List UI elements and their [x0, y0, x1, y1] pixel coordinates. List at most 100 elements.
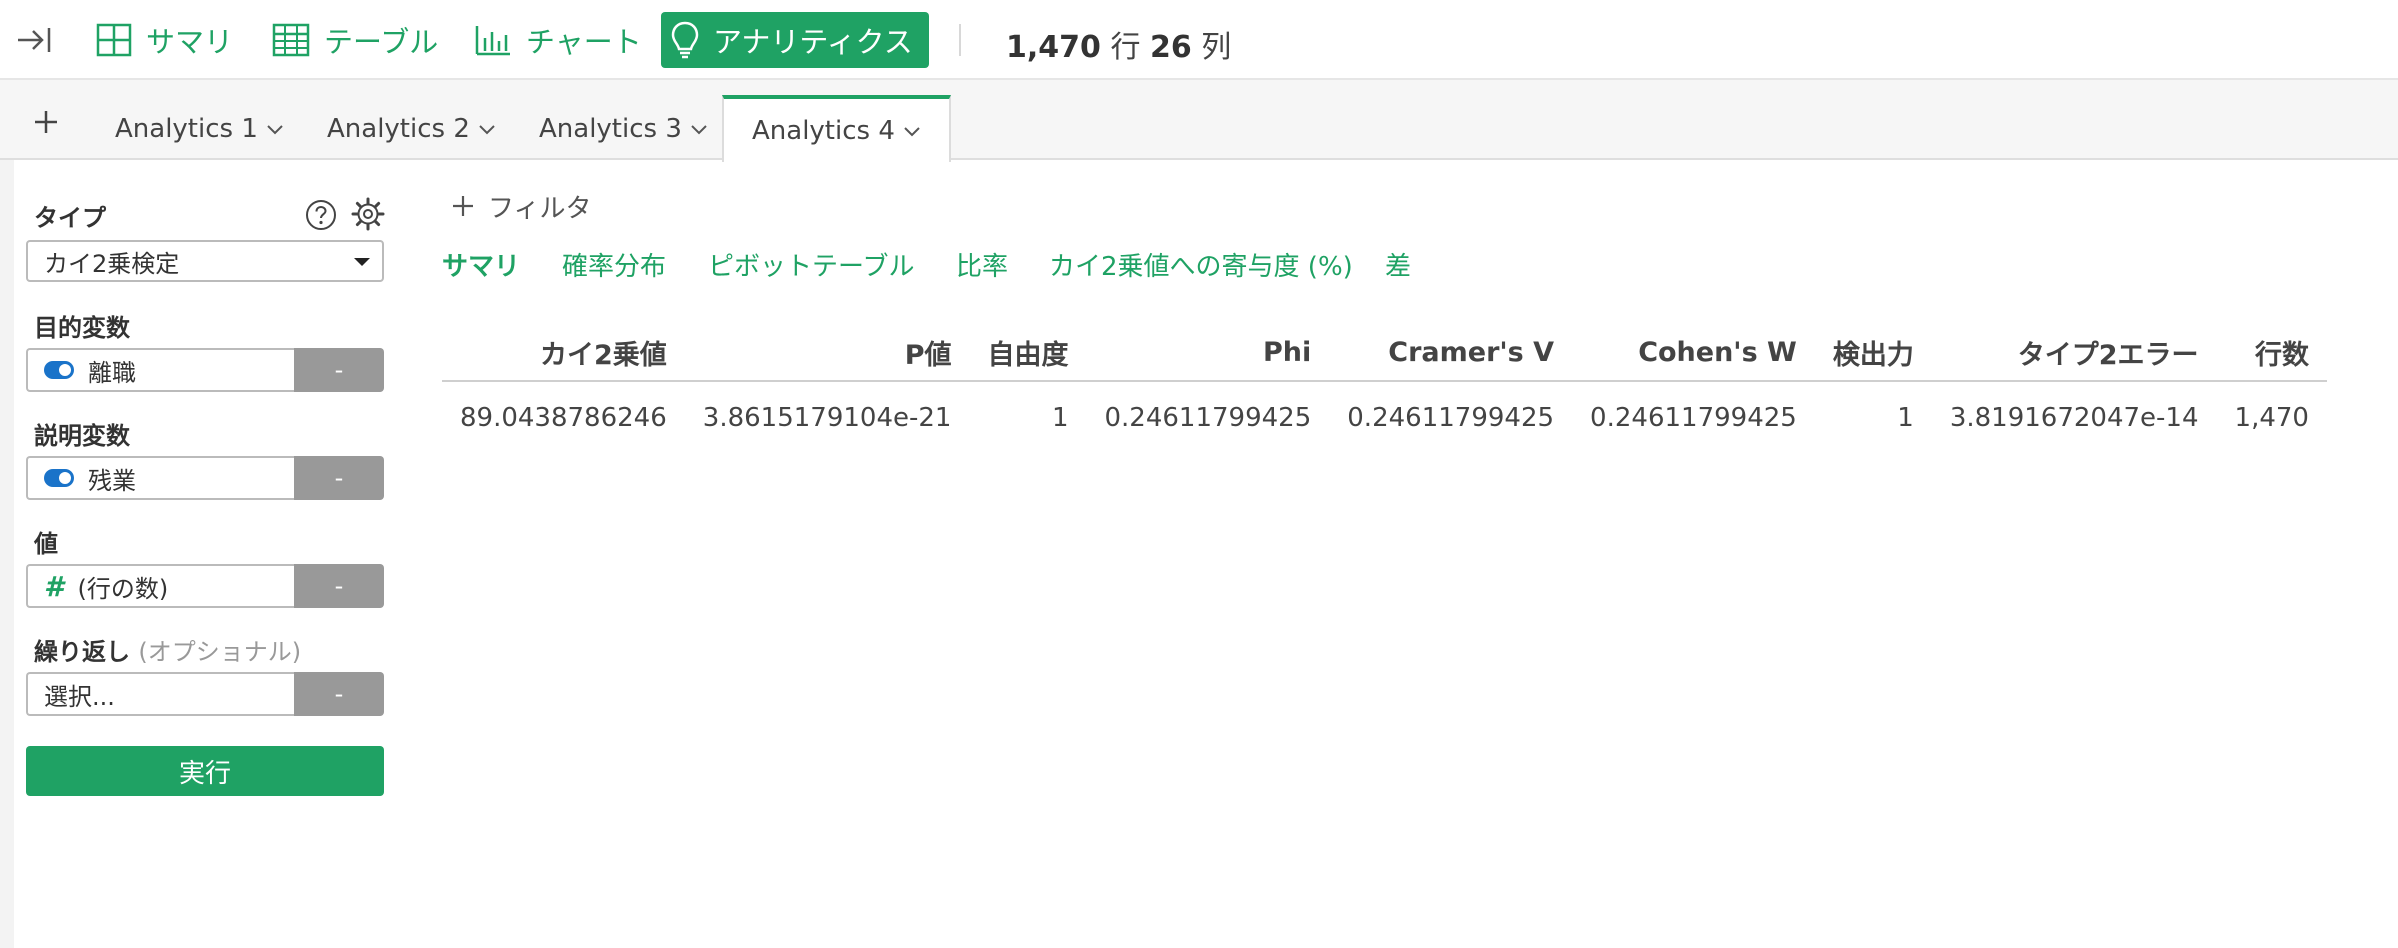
target-variable-value: 離職	[88, 358, 136, 387]
table-cell: 0.24611799425	[1590, 402, 1797, 433]
table-cell: 3.8615179104e-21	[702, 402, 952, 433]
table-view-button[interactable]: テーブル	[262, 12, 448, 68]
bar-chart-icon	[475, 26, 510, 56]
tab-analytics-1[interactable]: Analytics 1	[87, 97, 312, 160]
caret-down-icon	[354, 258, 370, 266]
tab-label: Analytics 2	[327, 113, 470, 144]
tab-label: Analytics 3	[539, 113, 682, 144]
explanatory-variable-select[interactable]: 残業	[26, 456, 294, 500]
run-button[interactable]: 実行	[26, 746, 384, 796]
column-header[interactable]: Phi	[1086, 325, 1330, 382]
subtab-difference[interactable]: 差	[1385, 246, 1411, 283]
explanatory-variable-label: 説明変数	[34, 422, 130, 450]
optional-hint: (オプショナル)	[138, 638, 302, 666]
analytics-view-button[interactable]: アナリティクス	[661, 12, 929, 68]
chart-view-button[interactable]: チャート	[464, 12, 652, 68]
column-header[interactable]: Cramer's V	[1329, 325, 1573, 382]
boolean-type-icon	[44, 469, 74, 487]
repeat-by-placeholder: 選択...	[44, 682, 115, 711]
repeat-by-remove-button[interactable]: -	[294, 672, 384, 716]
target-variable-field: 離職 -	[26, 348, 384, 392]
table-cell: 0.24611799425	[1104, 402, 1312, 433]
subtab-ratio[interactable]: 比率	[956, 246, 1008, 283]
value-field: # (行の数) -	[26, 564, 384, 608]
add-tab-button[interactable]	[28, 104, 64, 140]
table-header-row: カイ2乗値 P値 自由度 Phi Cramer's V Cohen's W 検出…	[442, 325, 2327, 382]
target-variable-select[interactable]: 離職	[26, 348, 294, 392]
chevron-down-icon	[267, 124, 283, 134]
tab-analytics-2[interactable]: Analytics 2	[299, 97, 524, 160]
row-count-value: 1,470	[1006, 30, 1101, 65]
boolean-type-icon	[44, 361, 74, 379]
column-count-value: 26	[1150, 30, 1192, 65]
subtab-summary[interactable]: サマリ	[442, 246, 520, 283]
help-icon[interactable]	[304, 198, 338, 232]
left-edge-strip	[0, 160, 14, 948]
chi-square-summary-table: カイ2乗値 P値 自由度 Phi Cramer's V Cohen's W 検出…	[442, 325, 2327, 453]
analytics-settings-panel: タイプ カイ2乗検定 目的変数 離職 - 説明変数 残業 - 値 # (行の数)…	[14, 160, 394, 948]
analysis-type-select[interactable]: カイ2乗検定	[26, 240, 384, 282]
explanatory-variable-value: 残業	[88, 466, 136, 495]
numeric-type-icon: #	[44, 569, 64, 603]
table-cell: 1,470	[2234, 402, 2309, 433]
column-header[interactable]: 検出力	[1814, 325, 1932, 382]
grid-icon	[96, 23, 132, 57]
collapse-panel-button[interactable]	[12, 20, 56, 60]
repeat-by-label: 繰り返し (オプショナル)	[34, 632, 301, 667]
chart-view-label: チャート	[526, 25, 642, 59]
explanatory-variable-remove-button[interactable]: -	[294, 456, 384, 500]
column-count-unit: 列	[1201, 30, 1232, 65]
subtab-pivot-table[interactable]: ピボットテーブル	[708, 246, 914, 283]
table-view-label: テーブル	[324, 25, 439, 59]
plus-icon	[35, 111, 57, 133]
table-icon	[272, 23, 310, 57]
table-cell: 89.0438786246	[460, 402, 667, 433]
top-toolbar: サマリ テーブル チャート アナリティクス 1,470 行 26 列	[0, 0, 2398, 80]
explanatory-variable-field: 残業 -	[26, 456, 384, 500]
column-header[interactable]: Cohen's W	[1572, 325, 1815, 382]
target-variable-remove-button[interactable]: -	[294, 348, 384, 392]
repeat-by-label-text: 繰り返し	[34, 638, 130, 666]
summary-view-label: サマリ	[146, 25, 234, 59]
column-header[interactable]: P値	[684, 325, 970, 382]
analysis-type-value: カイ2乗検定	[44, 249, 180, 278]
filter-label: フィルタ	[488, 193, 592, 224]
arrow-right-to-bar-icon	[18, 28, 51, 52]
table-cell: 1	[1897, 402, 1914, 433]
table-cell: 1	[1051, 402, 1069, 433]
value-label: 値	[34, 530, 58, 558]
type-label: タイプ	[34, 204, 106, 232]
table-cell: 0.24611799425	[1347, 402, 1555, 433]
subtab-probability-distribution[interactable]: 確率分布	[562, 246, 666, 283]
plus-icon	[453, 196, 473, 216]
tab-label: Analytics 1	[115, 113, 258, 144]
table-row: 89.0438786246 3.8615179104e-21 1 0.24611…	[442, 381, 2327, 453]
subtab-chi-square-contribution[interactable]: カイ2乗値への寄与度 (%)	[1049, 246, 1353, 283]
toolbar-divider	[959, 24, 961, 56]
chevron-down-icon	[904, 126, 920, 136]
analytics-tab-strip: Analytics 1 Analytics 2 Analytics 3 Anal…	[0, 80, 2398, 162]
value-value: (行の数)	[77, 574, 169, 603]
repeat-by-select[interactable]: 選択...	[26, 672, 294, 716]
summary-view-button[interactable]: サマリ	[86, 12, 243, 68]
repeat-by-field: 選択... -	[26, 672, 384, 716]
column-count: 26 列	[1150, 22, 1231, 66]
tab-label: Analytics 4	[752, 115, 895, 146]
target-variable-label: 目的変数	[34, 314, 130, 342]
table-cell: 3.8191672047e-14	[1949, 402, 2199, 433]
value-select[interactable]: # (行の数)	[26, 564, 294, 608]
add-filter-button[interactable]: フィルタ	[452, 186, 591, 226]
tab-analytics-3[interactable]: Analytics 3	[511, 97, 736, 160]
chevron-down-icon	[691, 124, 707, 134]
gear-icon[interactable]	[350, 196, 386, 232]
row-count: 1,470 行	[1006, 22, 1140, 66]
value-remove-button[interactable]: -	[294, 564, 384, 608]
column-header[interactable]: カイ2乗値	[442, 325, 685, 382]
row-count-unit: 行	[1110, 30, 1141, 65]
tab-analytics-4[interactable]: Analytics 4	[722, 95, 951, 162]
lightbulb-icon	[671, 21, 699, 59]
analytics-view-label: アナリティクス	[713, 25, 913, 59]
column-header[interactable]: タイプ2エラー	[1931, 325, 2217, 382]
column-header[interactable]: 行数	[2216, 325, 2327, 382]
column-header[interactable]: 自由度	[969, 325, 1087, 382]
